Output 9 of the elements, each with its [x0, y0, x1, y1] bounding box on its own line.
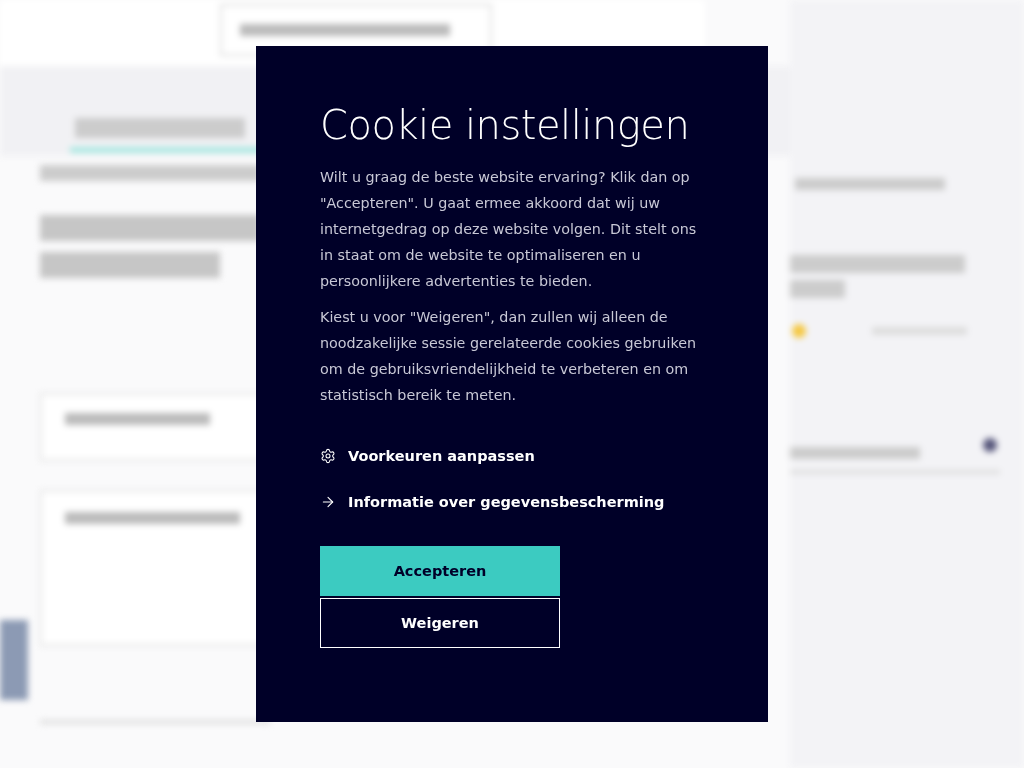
settings-icon	[320, 448, 336, 464]
dialog-text: Wilt u graag de beste website ervaring? Klik dan op "Accepteren". U gaat ermee akkoord dat wij uw internetgedrag op deze website volgen. Dit stelt ons in staat om de website te optimaliseren en u persoonlijkere advertenties te bieden.	[320, 168, 698, 291]
accept-button[interactable]: Accepteren	[320, 546, 560, 596]
dialog-title: Cookie instellingen	[320, 102, 691, 148]
dialog-link[interactable]: Voorkeuren aanpassen	[320, 448, 704, 464]
decline-button[interactable]: Weigeren	[320, 598, 560, 648]
dialog-link[interactable]: Informatie over gegevensbescherming	[320, 494, 704, 510]
dialog-text: Kiest u voor "Weigeren", dan zullen wij alleen de noodzakelijke sessie gerelateerde cookies gebruiken om de gebruiksvriendelijkheid te verbeteren en om statistisch bereik te meten.	[320, 308, 698, 405]
arrow-right-icon	[320, 494, 336, 510]
